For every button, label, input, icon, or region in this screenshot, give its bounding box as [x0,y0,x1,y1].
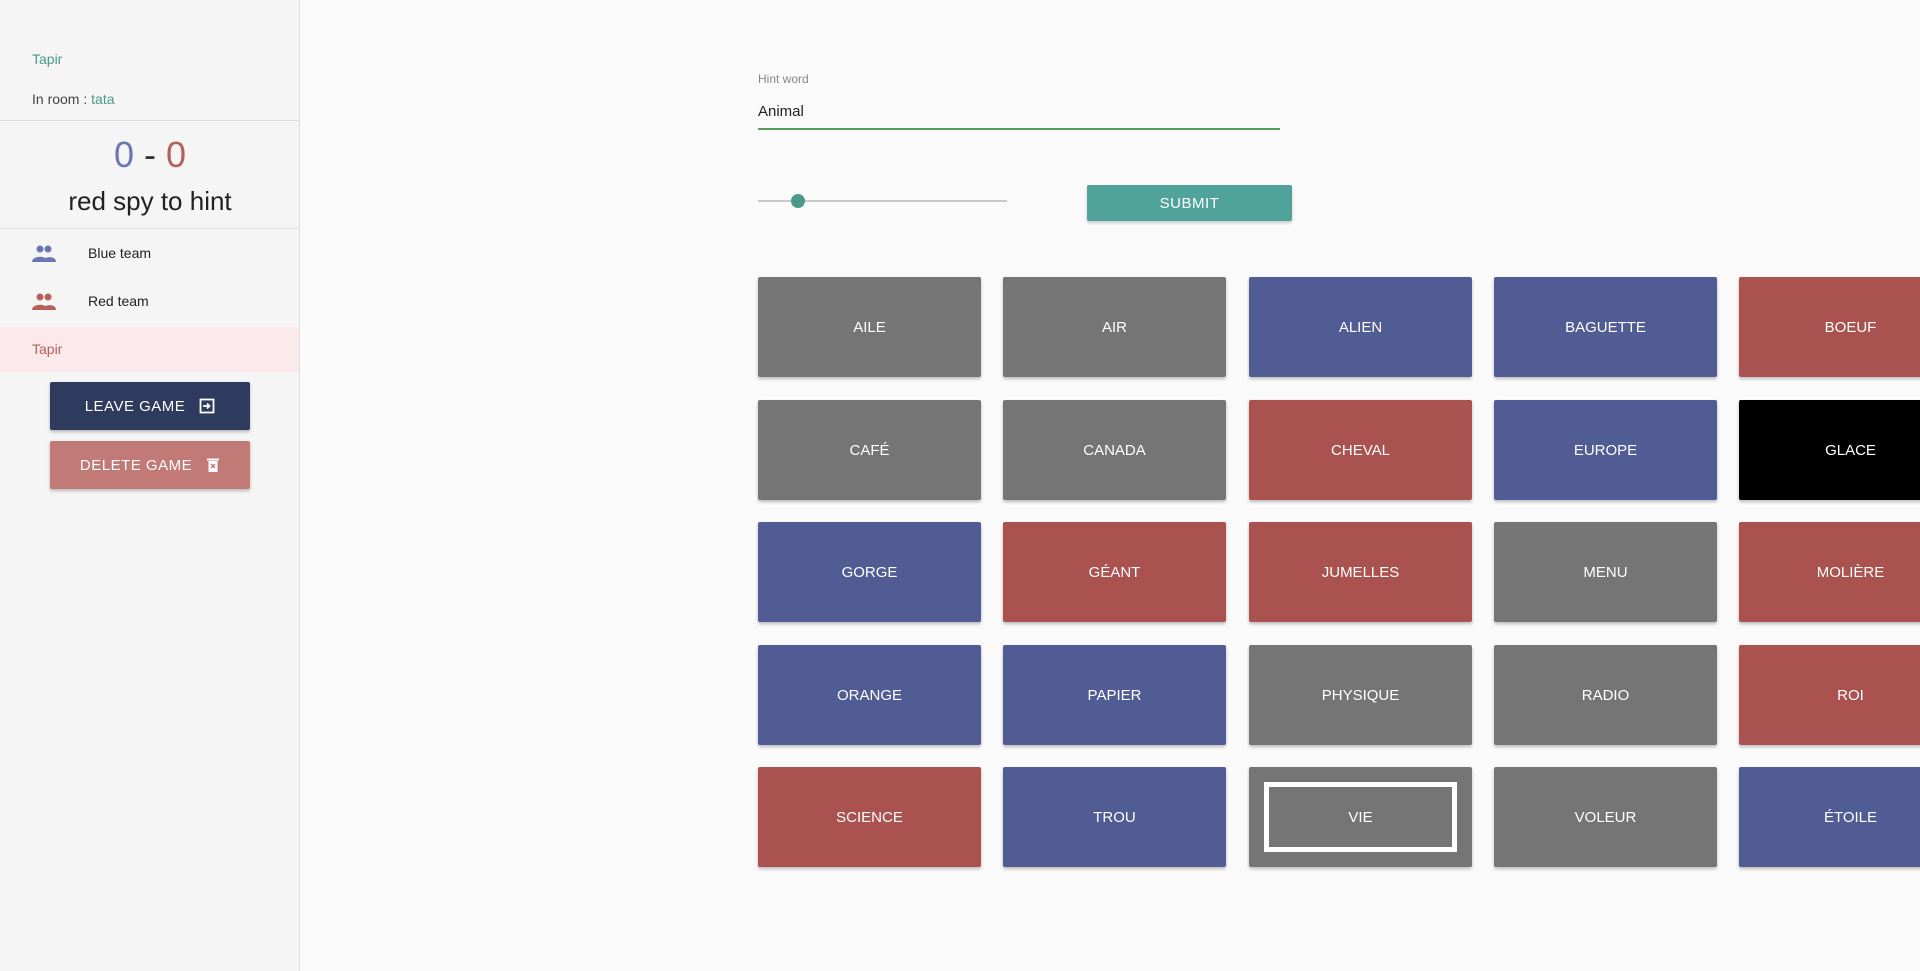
word-card-label: JUMELLES [1321,563,1400,581]
team-row-red[interactable]: Red team [0,278,300,324]
word-card-label: VIE [1348,808,1373,826]
team-icon [32,293,56,310]
score-separator: - [144,134,156,175]
exit-icon [199,398,215,414]
word-card[interactable]: VIE [1249,767,1472,867]
red-score: 0 [166,134,187,175]
blue-score: 0 [113,134,134,175]
trash-icon [207,458,220,472]
room-name: tata [91,91,115,107]
word-card[interactable]: AILE [758,277,981,377]
word-card[interactable]: GORGE [758,522,981,622]
team-icon [32,245,56,262]
word-card[interactable]: GLACE [1739,400,1920,500]
word-card[interactable]: AIR [1003,277,1226,377]
word-card-label: VOLEUR [1574,808,1637,826]
word-card[interactable]: CANADA [1003,400,1226,500]
divider [0,228,300,229]
team-label: Blue team [88,245,152,261]
team-label: Red team [88,293,149,309]
word-card[interactable]: MOLIÈRE [1739,522,1920,622]
word-card-label: GÉANT [1088,563,1141,581]
hint-count-slider-thumb[interactable] [791,194,805,208]
word-card[interactable]: ORANGE [758,645,981,745]
word-card-label: ROI [1837,686,1864,704]
word-card[interactable]: MENU [1494,522,1717,622]
word-card-label: MOLIÈRE [1816,563,1885,581]
word-card-label: BOEUF [1824,318,1877,336]
hint-word-label: Hint word [758,72,809,86]
word-card-label: GLACE [1825,441,1876,459]
main-area: Hint word SUBMIT AILE AIR ALIEN BAGUETTE BOE… [300,0,1920,971]
team-row-blue[interactable]: Blue team [0,230,300,276]
delete-game-label: DELETE GAME [79,456,193,474]
word-card[interactable]: JUMELLES [1249,522,1472,622]
room-info: In room : tata [32,91,115,107]
word-card[interactable]: BOEUF [1739,277,1920,377]
word-card-label: EUROPE [1573,441,1638,459]
word-card-label: ORANGE [836,686,902,704]
leave-game-label: LEAVE GAME [84,397,186,415]
word-card[interactable]: ROI [1739,645,1920,745]
submit-button[interactable]: SUBMIT [1087,185,1292,221]
word-card-label: CHEVAL [1331,441,1390,459]
current-user-name: Tapir [32,51,63,67]
delete-game-button[interactable]: DELETE GAME [50,441,250,489]
word-card[interactable]: BAGUETTE [1494,277,1717,377]
turn-status: red spy to hint [68,186,232,216]
word-card[interactable]: TROU [1003,767,1226,867]
word-card-label: SCIENCE [836,808,903,826]
word-card[interactable]: GÉANT [1003,522,1226,622]
word-card-label: ÉTOILE [1823,808,1878,826]
word-card-label: CAFÉ [849,441,890,459]
word-card[interactable]: RADIO [1494,645,1717,745]
word-card-label: CANADA [1083,441,1146,459]
word-card[interactable]: CAFÉ [758,400,981,500]
word-card-label: ALIEN [1338,318,1383,336]
word-card[interactable]: ALIEN [1249,277,1472,377]
word-card-label: PHYSIQUE [1321,686,1400,704]
player-name: Tapir [32,341,63,357]
word-card[interactable]: PAPIER [1003,645,1226,745]
word-card[interactable]: PHYSIQUE [1249,645,1472,745]
word-card-label: AILE [853,318,886,336]
word-card-label: TROU [1093,808,1136,826]
word-card[interactable]: EUROPE [1494,400,1717,500]
hint-word-input[interactable] [758,94,1280,130]
scoreboard: 0 - 0 [0,134,300,176]
word-card-label: MENU [1583,563,1628,581]
player-list-item[interactable]: Tapir [0,327,299,372]
word-card-label: BAGUETTE [1565,318,1646,336]
divider [0,120,300,121]
leave-game-button[interactable]: LEAVE GAME [50,382,250,430]
word-card[interactable]: ÉTOILE [1739,767,1920,867]
word-card[interactable]: SCIENCE [758,767,981,867]
word-card-label: PAPIER [1087,686,1142,704]
word-card[interactable]: VOLEUR [1494,767,1717,867]
word-card-label: AIR [1101,318,1127,336]
word-card-label: RADIO [1581,686,1630,704]
room-prefix: In room : [32,91,92,107]
word-card-label: GORGE [841,563,898,581]
word-card[interactable]: CHEVAL [1249,400,1472,500]
sidebar: Tapir In room : tata 0 - 0 red spy to hi… [0,0,300,971]
